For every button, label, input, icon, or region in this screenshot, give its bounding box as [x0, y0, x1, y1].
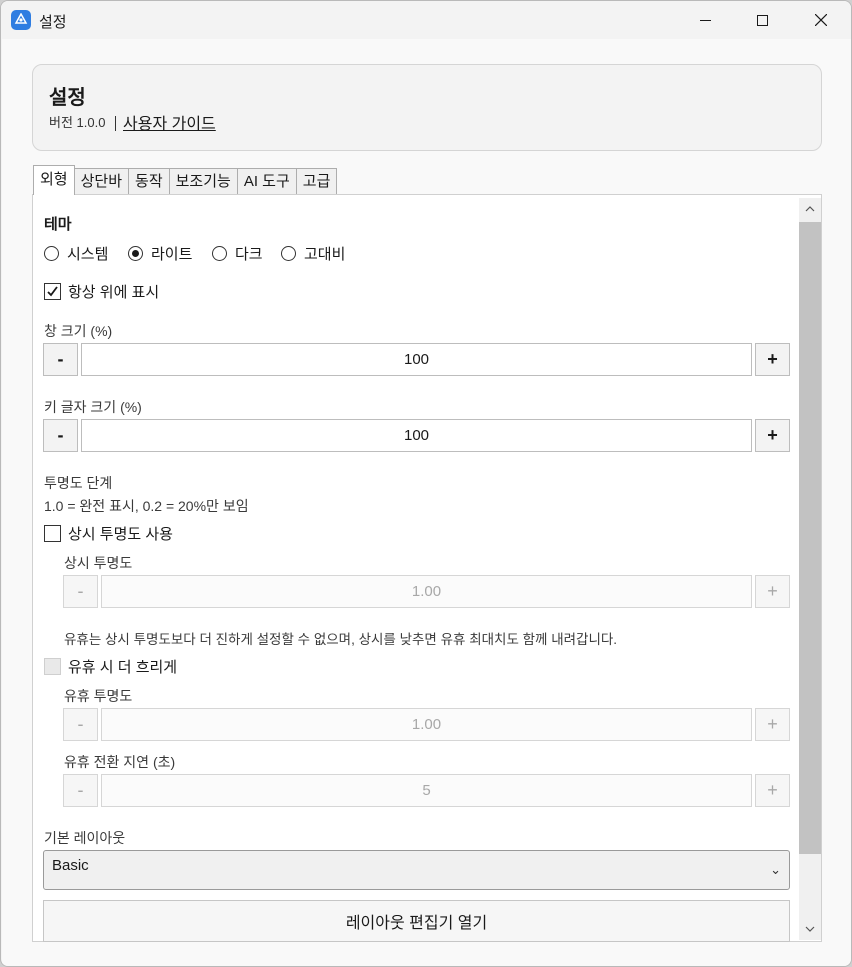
- checkmark-icon: [47, 286, 58, 297]
- user-guide-link[interactable]: 사용자 가이드: [123, 110, 216, 134]
- idle-delay-increment-button[interactable]: +: [755, 774, 790, 807]
- always-on-top-checkbox[interactable]: 항상 위에 표시: [44, 281, 159, 302]
- constant-opacity-label: 상시 투명도: [64, 555, 133, 571]
- default-layout-label: 기본 레이아웃: [44, 830, 126, 846]
- window-size-input[interactable]: 100: [81, 343, 752, 376]
- idle-opacity-label: 유휴 투명도: [64, 688, 133, 704]
- opacity-heading: 투명도 단계: [44, 475, 113, 491]
- window-size-label: 창 크기 (%): [44, 323, 113, 339]
- radio-button[interactable]: [44, 246, 59, 261]
- open-layout-editor-button[interactable]: 레이아웃 편집기 열기: [43, 900, 790, 942]
- checkbox[interactable]: [44, 283, 61, 300]
- key-font-size-decrement-button[interactable]: -: [43, 419, 78, 452]
- tab-appearance[interactable]: 외형: [33, 165, 75, 195]
- maximize-icon: [756, 14, 768, 26]
- radio-label: 라이트: [151, 246, 193, 263]
- tab-accessibility[interactable]: 보조기능: [168, 168, 238, 195]
- opacity-note: 유휴는 상시 투명도보다 더 진하게 설정할 수 없으며, 상시를 낮추면 유휴…: [64, 632, 618, 647]
- chevron-down-icon: [805, 926, 815, 932]
- header-divider: [115, 116, 116, 131]
- theme-heading: 테마: [44, 216, 72, 233]
- close-button[interactable]: [798, 1, 844, 39]
- idle-delay-decrement-button[interactable]: -: [63, 774, 98, 807]
- checkbox-label: 유휴 시 더 흐리게: [68, 659, 178, 676]
- default-layout-select[interactable]: Basic ⌄: [43, 850, 790, 890]
- select-value: Basic: [52, 857, 89, 874]
- radio-button[interactable]: [281, 246, 296, 261]
- theme-radio-dark[interactable]: 다크: [212, 243, 263, 264]
- chevron-down-icon: ⌄: [770, 862, 781, 877]
- idle-opacity-decrement-button[interactable]: -: [63, 708, 98, 741]
- idle-opacity-input[interactable]: 1.00: [101, 708, 752, 741]
- maximize-button[interactable]: [739, 1, 785, 39]
- scroll-down-button[interactable]: [799, 918, 821, 940]
- checkbox[interactable]: [44, 658, 61, 675]
- page-title: 설정: [49, 87, 86, 109]
- header-card: 설정 버전 1.0.0 사용자 가이드: [32, 64, 822, 151]
- theme-radio-system[interactable]: 시스템: [44, 243, 108, 264]
- window-size-decrement-button[interactable]: -: [43, 343, 78, 376]
- theme-radio-light[interactable]: 라이트: [128, 243, 192, 264]
- version-label: 버전 1.0.0: [49, 115, 106, 130]
- idle-delay-input[interactable]: 5: [101, 774, 752, 807]
- app-logo-icon: [11, 10, 31, 30]
- window-title: 설정: [39, 14, 67, 31]
- radio-label: 다크: [235, 246, 263, 263]
- checkbox-label: 상시 투명도 사용: [68, 526, 173, 543]
- window-size-increment-button[interactable]: +: [755, 343, 790, 376]
- constant-opacity-increment-button[interactable]: +: [755, 575, 790, 608]
- tab-behavior[interactable]: 동작: [128, 168, 170, 195]
- settings-window: 설정 설정 버전 1.0.0 사용자 가이드 외형 상단바 동작 보조기능 AI…: [0, 0, 852, 967]
- scroll-thumb[interactable]: [799, 222, 821, 854]
- tab-advanced[interactable]: 고급: [295, 168, 338, 195]
- tab-ai-tools[interactable]: AI 도구: [236, 168, 297, 195]
- chevron-up-icon: [805, 206, 815, 212]
- key-font-size-increment-button[interactable]: +: [755, 419, 790, 452]
- radio-label: 고대비: [304, 246, 346, 263]
- theme-radio-high-contrast[interactable]: 고대비: [281, 243, 345, 264]
- tab-bar: 외형 상단바 동작 보조기능 AI 도구 고급: [33, 165, 338, 195]
- radio-label: 시스템: [67, 246, 109, 263]
- scroll-up-button[interactable]: [799, 198, 821, 220]
- constant-opacity-input[interactable]: 1.00: [101, 575, 752, 608]
- close-icon: [815, 14, 827, 26]
- radio-button[interactable]: [128, 246, 143, 261]
- opacity-hint: 1.0 = 완전 표시, 0.2 = 20%만 보임: [44, 498, 249, 514]
- idle-opacity-increment-button[interactable]: +: [755, 708, 790, 741]
- tab-topbar[interactable]: 상단바: [73, 168, 130, 195]
- checkbox[interactable]: [44, 525, 61, 542]
- checkbox-label: 항상 위에 표시: [68, 284, 160, 301]
- idle-dim-checkbox[interactable]: 유휴 시 더 흐리게: [44, 656, 177, 677]
- idle-delay-label: 유휴 전환 지연 (초): [64, 754, 176, 770]
- constant-opacity-checkbox[interactable]: 상시 투명도 사용: [44, 523, 173, 544]
- constant-opacity-decrement-button[interactable]: -: [63, 575, 98, 608]
- radio-button[interactable]: [212, 246, 227, 261]
- title-bar: 설정: [1, 1, 851, 39]
- tab-panel: [32, 194, 822, 942]
- key-font-size-label: 키 글자 크기 (%): [44, 399, 142, 415]
- minimize-icon: [699, 19, 711, 21]
- minimize-button[interactable]: [682, 1, 728, 39]
- vertical-scrollbar[interactable]: [799, 198, 821, 940]
- key-font-size-input[interactable]: 100: [81, 419, 752, 452]
